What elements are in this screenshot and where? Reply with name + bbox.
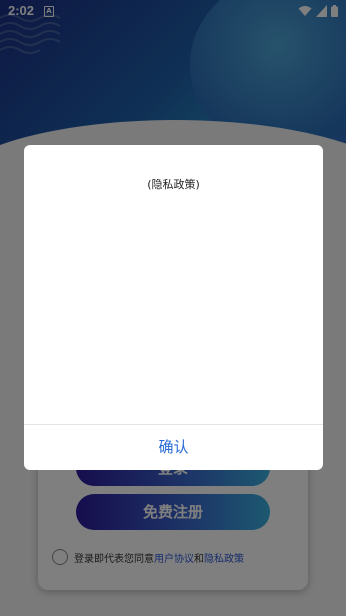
privacy-dialog: (隐私政策) 确认 xyxy=(24,145,323,470)
dialog-title: (隐私政策) xyxy=(147,178,200,191)
confirm-button[interactable]: 确认 xyxy=(24,425,323,470)
